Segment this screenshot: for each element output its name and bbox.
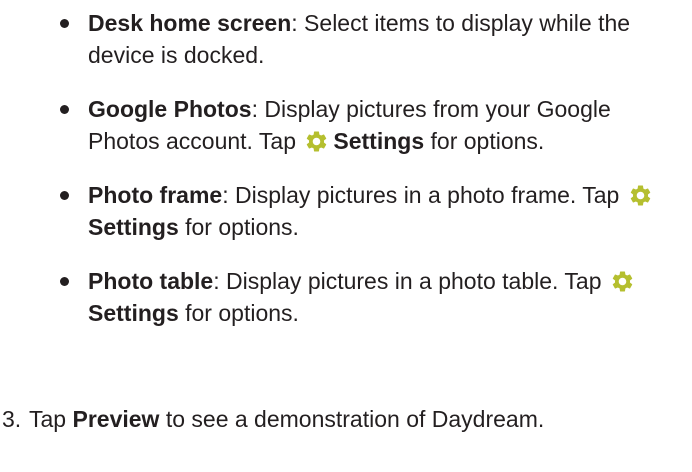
settings-gear-icon bbox=[307, 131, 327, 152]
settings-gear-icon bbox=[630, 185, 650, 206]
bullet-dot bbox=[60, 191, 69, 200]
settings-label: Settings bbox=[333, 128, 425, 154]
option-description-end: for options. bbox=[424, 128, 545, 154]
step-text-start: Tap bbox=[29, 406, 73, 432]
settings-label: Settings bbox=[88, 214, 179, 240]
step-number: 3. bbox=[2, 406, 22, 432]
step-text-end: to see a demonstration of Daydream. bbox=[159, 406, 545, 432]
option-description: : Display pictures in a photo frame. Tap bbox=[222, 182, 626, 208]
bullet-dot bbox=[60, 105, 69, 114]
step-3: 3. Tap Preview to see a demonstration of… bbox=[0, 403, 680, 435]
option-description-end: for options. bbox=[178, 300, 299, 326]
bullet-dot bbox=[60, 19, 69, 28]
option-desk-home-screen: Desk home screen: Select items to displa… bbox=[58, 7, 688, 71]
option-term: Photo table bbox=[88, 268, 214, 294]
option-term: Photo frame bbox=[88, 182, 223, 208]
bullet-dot bbox=[60, 277, 69, 286]
option-photo-table: Photo table: Display pictures in a photo… bbox=[58, 265, 688, 329]
option-description-end: for options. bbox=[178, 214, 299, 240]
preview-label: Preview bbox=[72, 406, 160, 432]
settings-gear-icon bbox=[612, 271, 633, 292]
settings-label: Settings bbox=[88, 300, 179, 326]
option-google-photos: Google Photos: Display pictures from you… bbox=[58, 93, 688, 157]
option-term: Google Photos bbox=[88, 96, 252, 122]
option-photo-frame: Photo frame: Display pictures in a photo… bbox=[58, 179, 688, 243]
step-text: Tap Preview to see a demonstration of Da… bbox=[29, 403, 680, 435]
daydream-options-list: Desk home screen: Select items to displa… bbox=[58, 7, 688, 351]
option-term: Desk home screen bbox=[88, 10, 292, 36]
manual-page: Desk home screen: Select items to displa… bbox=[0, 0, 692, 472]
option-description: : Display pictures in a photo table. Tap bbox=[213, 268, 608, 294]
